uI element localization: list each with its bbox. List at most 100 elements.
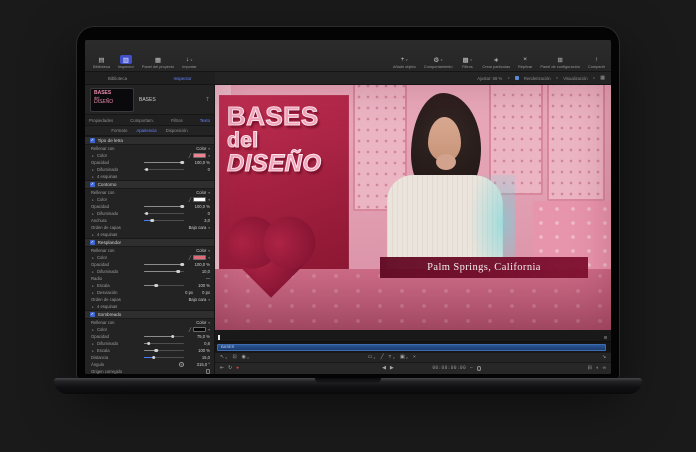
play-button[interactable]: ▶ — [390, 366, 394, 371]
dropdown-value[interactable]: Color — [182, 248, 206, 253]
width-slider[interactable] — [144, 218, 184, 223]
color-swatch[interactable] — [193, 197, 207, 202]
disclosure-icon[interactable]: ▸ — [91, 212, 95, 216]
tab-comportamientos[interactable]: Comportam. — [130, 118, 154, 123]
checkbox-checked[interactable]: ✓ — [90, 312, 95, 317]
tab-propiedades[interactable]: Propiedades — [89, 118, 113, 123]
toolbar-button-filtros[interactable]: ▩ ∨ Filtros — [461, 55, 475, 69]
offset-x-value[interactable]: 0 px — [178, 290, 193, 295]
disclosure-icon[interactable]: ▸ — [91, 342, 95, 346]
audio-button[interactable]: ◖ — [596, 366, 599, 371]
offset-y-value[interactable]: 0 px — [195, 290, 210, 295]
opacity-slider[interactable] — [144, 160, 185, 165]
channels-icon[interactable] — [514, 76, 519, 80]
dropdown-value[interactable]: Bajo cara — [182, 297, 207, 302]
disclosure-icon[interactable]: ▸ — [91, 284, 95, 288]
dropdown-value[interactable]: Color — [182, 320, 206, 325]
param-value[interactable]: 100,0 % — [186, 262, 210, 267]
toolbar-button-compartir[interactable]: ↑ Compartir — [588, 55, 605, 69]
param-value[interactable]: 100 % — [186, 348, 210, 353]
canvas-title-text[interactable]: BASES del DISEÑO — [226, 102, 321, 177]
loop-button[interactable]: ↻ — [228, 366, 232, 371]
object-thumbnail[interactable]: BASES del DISEÑO — [90, 87, 134, 112]
disclosure-icon[interactable]: ▸ — [91, 198, 95, 202]
caption-banner[interactable]: Palm Springs, California — [380, 257, 588, 278]
record-button[interactable]: ● — [236, 366, 239, 371]
blur-slider[interactable] — [144, 341, 184, 346]
scale-slider[interactable] — [144, 283, 184, 288]
toolbar-button-crear-particulas[interactable]: ∗ Crear partículas — [482, 55, 510, 69]
subtab-formato[interactable]: Formato — [111, 128, 127, 133]
disclosure-icon[interactable]: ▸ — [91, 154, 95, 158]
resize-corner[interactable]: ↘ — [602, 355, 606, 360]
tab-texto[interactable]: Texto — [200, 118, 210, 123]
timecode-field[interactable]: 00:00:00:00 — [432, 366, 466, 371]
playhead-marker[interactable] — [218, 335, 220, 340]
mask-tool[interactable]: ◉ ∨ — [242, 355, 250, 360]
toolbar-button-replicar[interactable]: × Replicar — [518, 55, 532, 69]
toolbar-button-inspector[interactable]: ▥ Inspector — [118, 55, 134, 69]
subtab-apariencia[interactable]: Apariencia — [136, 128, 156, 133]
param-value[interactable]: 0 — [186, 167, 210, 172]
link-button[interactable]: ∞ — [603, 366, 606, 371]
param-value[interactable]: 0,6 — [186, 341, 210, 346]
text-tool[interactable]: T ∨ — [389, 355, 395, 360]
blur-slider[interactable] — [144, 269, 184, 274]
dropdown-value[interactable]: Color — [182, 190, 206, 195]
param-value[interactable]: — — [186, 276, 210, 281]
grid-view-icon[interactable]: ▦ — [600, 75, 605, 81]
go-to-start-button[interactable]: ⇤ — [220, 366, 224, 371]
eyedropper-icon[interactable]: ╱ — [189, 327, 192, 332]
toolbar-button-biblioteca[interactable]: ▤ Biblioteca — [93, 55, 110, 69]
color-swatch[interactable] — [193, 255, 207, 260]
checkbox-unchecked[interactable] — [205, 369, 210, 374]
subtab-disposicion[interactable]: Disposición — [166, 128, 188, 133]
disclosure-icon[interactable]: ▸ — [91, 270, 95, 274]
disclosure-icon[interactable]: ▸ — [91, 305, 95, 309]
disclosure-icon[interactable]: ▸ — [91, 328, 95, 332]
checkbox-checked[interactable]: ✓ — [90, 240, 95, 245]
paint-stroke-tool[interactable]: ╱ — [381, 355, 384, 360]
param-value[interactable]: 100,0 % — [186, 204, 210, 209]
param-value[interactable]: 315,0 ° — [186, 362, 210, 367]
toolbar-button-panel-configuracion[interactable]: ⊞ Panel de configuración — [540, 55, 580, 69]
close-tool[interactable]: × — [413, 355, 416, 360]
tab-inspector[interactable]: Inspector — [150, 72, 215, 84]
opacity-slider[interactable] — [144, 334, 184, 339]
pointer-tool[interactable]: ↖ ∨ — [220, 355, 228, 360]
previous-frame-button[interactable]: ◀ — [382, 366, 386, 371]
dropdown-value[interactable]: Color — [182, 146, 206, 151]
toolbar-button-panel-proyecto[interactable]: ▦ Panel del proyecto — [142, 55, 174, 69]
eyedropper-icon[interactable]: ╱ — [189, 197, 192, 202]
disclosure-icon[interactable]: ▸ — [91, 168, 95, 172]
opacity-slider[interactable] — [144, 262, 185, 267]
timeline-ruler[interactable] — [215, 330, 611, 342]
param-value[interactable]: 0 — [186, 211, 210, 216]
render-menu[interactable]: Renderización — [524, 76, 551, 81]
eyedropper-icon[interactable]: ╱ — [189, 153, 192, 158]
overlays-button[interactable]: ⊟ — [588, 366, 592, 371]
disclosure-icon[interactable]: ▸ — [91, 291, 95, 295]
param-value[interactable]: 75,0 % — [186, 334, 210, 339]
toolbar-button-importar[interactable]: ↓ ∨ Importar — [182, 55, 197, 69]
disclosure-icon[interactable]: ▸ — [91, 175, 95, 179]
tab-filtros[interactable]: Filtros — [171, 118, 183, 123]
scale-slider[interactable] — [144, 348, 184, 353]
param-value[interactable]: 100 % — [186, 283, 210, 288]
shape-tool[interactable]: ▭ ∨ — [368, 355, 376, 360]
canvas[interactable]: BASES del DISEÑO Palm Springs, Californi… — [215, 85, 611, 330]
color-swatch[interactable] — [193, 153, 207, 158]
adjust-tool[interactable]: ⊡ — [233, 355, 237, 360]
tab-biblioteca[interactable]: Biblioteca — [85, 72, 150, 84]
track-bases[interactable]: BASES — [217, 343, 606, 351]
dropdown-value[interactable]: Bajo cara — [182, 225, 207, 230]
color-swatch[interactable] — [193, 327, 207, 332]
checkbox-checked[interactable]: ✓ — [90, 182, 95, 187]
image-mask-tool[interactable]: ▣ ∨ — [400, 355, 408, 360]
blur-slider[interactable] — [144, 167, 184, 172]
opacity-slider[interactable] — [144, 204, 185, 209]
param-value[interactable]: 3,0 — [186, 218, 210, 223]
zoom-fit-control[interactable]: Ajustar: 68 % — [477, 76, 502, 81]
angle-dial[interactable] — [179, 362, 184, 367]
checkbox-checked[interactable]: ✓ — [90, 138, 95, 143]
